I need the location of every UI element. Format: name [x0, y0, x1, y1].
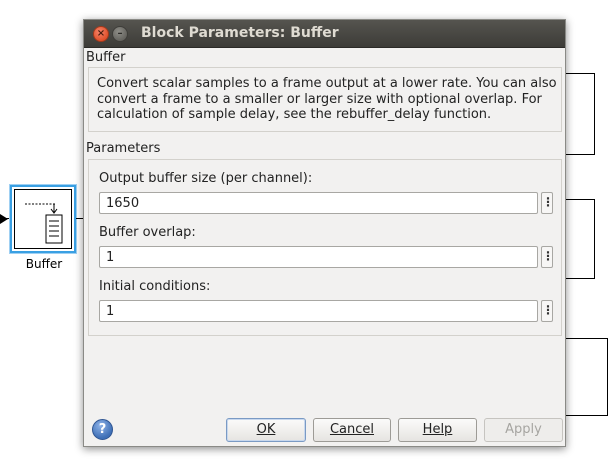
output-buffer-size-input[interactable]	[99, 192, 538, 214]
more-options-icon: ⋮	[542, 195, 554, 209]
parameters-group: Output buffer size (per channel): ⋮ Buff…	[88, 159, 562, 336]
buffer-overlap-input[interactable]	[99, 246, 538, 268]
apply-button[interactable]: Apply	[484, 418, 563, 442]
initial-conditions-input[interactable]	[99, 300, 538, 322]
buffer-overlap-more-button[interactable]: ⋮	[541, 246, 554, 268]
input-arrow-icon	[0, 214, 8, 224]
buffer-overlap-label: Buffer overlap:	[99, 225, 196, 240]
dialog-title: Block Parameters: Buffer	[141, 25, 339, 41]
help-icon[interactable]: ?	[92, 419, 113, 440]
buffer-block-label: Buffer	[25, 257, 63, 271]
input-signal-line	[0, 218, 10, 219]
downstream-block-2[interactable]	[566, 199, 595, 279]
block-description: Convert scalar samples to a frame output…	[97, 76, 557, 122]
initial-conditions-label: Initial conditions:	[99, 279, 211, 294]
minimize-icon: –	[117, 28, 123, 39]
initial-conditions-more-button[interactable]: ⋮	[541, 300, 554, 322]
more-options-icon: ⋮	[542, 303, 554, 317]
buffer-block-body	[14, 189, 72, 249]
help-button[interactable]: Help	[398, 418, 477, 442]
downstream-block-1[interactable]	[566, 73, 595, 155]
more-options-icon: ⋮	[542, 249, 554, 263]
block-type-heading: Buffer	[86, 50, 126, 65]
description-group: Convert scalar samples to a frame output…	[88, 67, 562, 132]
output-buffer-size-more-button[interactable]: ⋮	[541, 192, 554, 214]
minimize-window-button[interactable]: –	[112, 26, 128, 42]
parameters-heading: Parameters	[86, 141, 161, 156]
cancel-button[interactable]: Cancel	[313, 418, 391, 442]
dialog-titlebar[interactable]: × – Block Parameters: Buffer	[84, 20, 565, 48]
block-parameters-dialog: × – Block Parameters: Buffer Buffer Conv…	[83, 19, 566, 447]
downstream-block-3[interactable]	[566, 338, 608, 416]
buffer-block[interactable]	[10, 185, 76, 253]
output-buffer-size-label: Output buffer size (per channel):	[99, 171, 313, 186]
buffer-block-icon	[25, 203, 63, 244]
close-icon: ×	[96, 28, 106, 39]
ok-button[interactable]: OK	[226, 418, 306, 442]
close-window-button[interactable]: ×	[93, 26, 109, 42]
